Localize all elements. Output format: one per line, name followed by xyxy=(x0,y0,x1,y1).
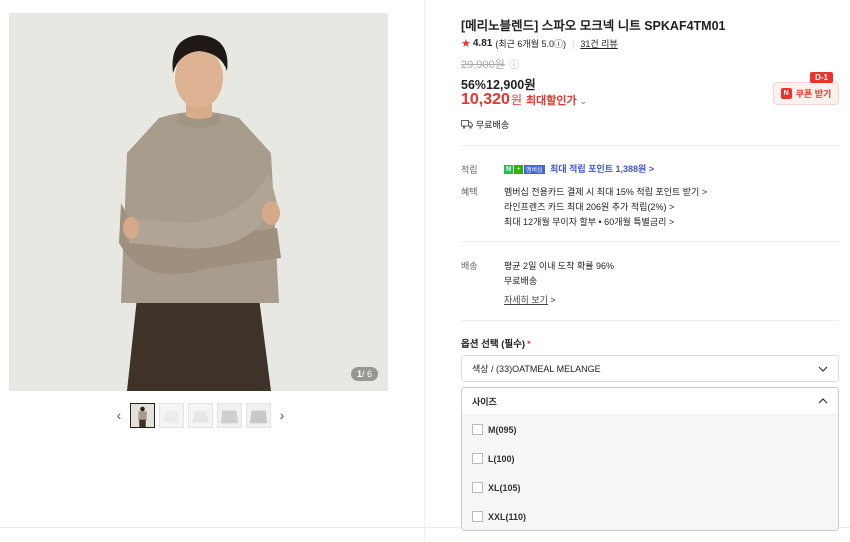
max-price: 10,320 xyxy=(461,91,510,108)
size-option-l[interactable]: L(100) xyxy=(462,444,838,473)
checkbox[interactable] xyxy=(472,453,483,464)
thumbnail-1[interactable] xyxy=(130,402,155,428)
separator: | xyxy=(571,38,575,49)
rating-score: 4.81 xyxy=(472,38,493,49)
coupon-button[interactable]: N 쿠폰 받기 xyxy=(773,82,839,105)
naver-membership-badge: N + 멤버십 xyxy=(504,165,545,175)
delivery-line-1: 평균 2일 이내 도착 확률 96% xyxy=(504,261,615,271)
coupon-area: N 쿠폰 받기 D-1 xyxy=(773,72,839,105)
required-mark: * xyxy=(527,339,531,350)
model-photo xyxy=(9,13,388,391)
checkbox[interactable] xyxy=(472,511,483,522)
thumbnail-5[interactable] xyxy=(246,402,271,428)
rating-detail[interactable]: (최근 6개월 5.0ⓘ) xyxy=(495,37,566,50)
delivery-label: 배송 xyxy=(461,261,478,271)
star-icon: ★ xyxy=(461,38,471,50)
free-shipping-row: 무료배송 xyxy=(461,118,509,131)
thumbnail-strip: ‹ › xyxy=(112,402,289,428)
chevron-up-icon xyxy=(818,398,828,404)
benefit-line-2[interactable]: 라인프렌즈 카드 최대 206원 추가 적립(2%) > xyxy=(504,200,674,213)
coupon-label: 쿠폰 받기 xyxy=(795,89,832,99)
max-discount-price-row[interactable]: 10,320 원 최대할인가 ⌄ xyxy=(461,91,587,109)
product-main-image[interactable]: 1/ 6 xyxy=(9,13,388,391)
info-icon[interactable]: ⓘ xyxy=(509,56,519,71)
thumbnail-3[interactable] xyxy=(188,402,213,428)
divider xyxy=(461,145,839,146)
naver-n-icon: N xyxy=(780,88,792,99)
color-select-value: 색상 / (33)OATMEAL MELANGE xyxy=(472,364,601,374)
next-thumbnail-button[interactable]: › xyxy=(275,402,289,428)
size-option-m[interactable]: M(095) xyxy=(462,415,838,444)
size-header-label: 사이즈 xyxy=(472,396,497,407)
chevron-down-icon xyxy=(818,366,828,372)
checkbox[interactable] xyxy=(472,482,483,493)
product-title: [메리노블렌드] 스파오 모크넥 니트 SPKAF4TM01 xyxy=(461,19,726,33)
max-price-unit: 원 xyxy=(510,93,522,107)
divider xyxy=(461,241,839,242)
original-price: 29,900원 xyxy=(461,59,505,71)
prev-thumbnail-button[interactable]: ‹ xyxy=(112,402,126,428)
size-dropdown: 사이즈 M(095) L(100) XL(105) XXL(110) xyxy=(461,387,839,531)
checkbox[interactable] xyxy=(472,424,483,435)
benefit-label: 혜택 xyxy=(461,187,478,197)
size-option-list: M(095) L(100) XL(105) XXL(110) xyxy=(462,415,838,530)
delivery-detail-link[interactable]: 자세히 보기 > xyxy=(504,293,556,306)
size-dropdown-header[interactable]: 사이즈 xyxy=(462,388,838,415)
color-select[interactable]: 색상 / (33)OATMEAL MELANGE xyxy=(461,355,839,382)
size-option-xxl[interactable]: XXL(110) xyxy=(462,502,838,530)
benefit-line-3[interactable]: 최대 12개월 무이자 할부 • 60개월 특별금리 > xyxy=(504,215,674,228)
review-link[interactable]: 31건 리뷰 xyxy=(580,37,617,50)
delivery-line-2: 무료배송 xyxy=(504,276,538,286)
image-counter: 1/ 6 xyxy=(350,367,378,381)
benefit-line-1[interactable]: 멤버십 전용카드 결제 시 최대 15% 적립 포인트 받기 > xyxy=(504,185,707,198)
points-label: 적립 xyxy=(461,165,478,175)
truck-icon xyxy=(461,120,473,129)
points-link[interactable]: 최대 적립 포인트 1,388원 > xyxy=(550,164,654,174)
thumbnail-2[interactable] xyxy=(159,402,184,428)
size-option-xl[interactable]: XL(105) xyxy=(462,473,838,502)
chevron-down-icon: ⌄ xyxy=(579,96,588,106)
column-divider xyxy=(424,0,425,542)
divider xyxy=(461,320,839,321)
option-title: 옵션 선택 (필수) * xyxy=(461,339,531,350)
shipping-text: 무료배송 xyxy=(476,120,510,130)
rating-row: ★ 4.81 (최근 6개월 5.0ⓘ) | 31건 리뷰 xyxy=(461,37,618,50)
points-row[interactable]: N + 멤버십 최대 적립 포인트 1,388원 > xyxy=(504,162,654,175)
thumbnail-4[interactable] xyxy=(217,402,242,428)
max-price-label: 최대할인가 xyxy=(525,95,577,107)
d-day-badge: D-1 xyxy=(810,72,833,83)
